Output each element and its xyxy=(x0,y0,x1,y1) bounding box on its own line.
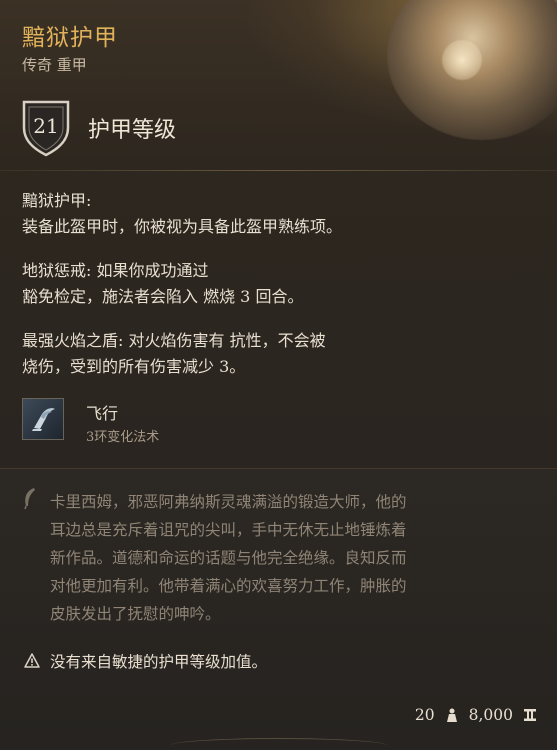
winged-boot-icon xyxy=(32,408,55,431)
section-divider xyxy=(0,170,557,171)
lore-line: 对他更加有利。他带着满心的欢喜努力工作，肿胀的 xyxy=(50,577,407,595)
weight-icon xyxy=(446,708,457,722)
price-value: 8,000 xyxy=(468,706,513,724)
property-2-title: 地狱惩戒: 如果你成功通过 xyxy=(22,261,209,280)
lore-line: 卡里西姆，邪恶阿弗纳斯灵魂满溢的锻造大师，他的 xyxy=(50,493,407,511)
quill-icon xyxy=(24,488,35,510)
lore-line: 耳边总是充斥着诅咒的尖叫，手中无休无止地锤炼着 xyxy=(50,521,407,539)
item-tooltip: 黯狱护甲 传奇 重甲 21 护甲等级 黯狱护甲: 装备此盔甲时，你被视为具备此盔… xyxy=(0,0,557,750)
armor-class-shield-icon: 21 xyxy=(20,98,72,158)
property-3-text: 烧伤，受到的所有伤害减少 3。 xyxy=(22,357,246,376)
gold-coin-icon xyxy=(524,709,536,721)
property-2-text: 豁免检定，施法者会陷入 燃烧 3 回合。 xyxy=(22,287,304,306)
spell-fly-icon[interactable] xyxy=(22,398,64,440)
item-subtype: 传奇 重甲 xyxy=(22,56,87,74)
weight-value: 20 xyxy=(414,706,435,724)
spell-name: 飞行 xyxy=(86,404,119,423)
spell-subtitle: 3环变化法术 xyxy=(86,430,160,445)
property-1-text: 装备此盔甲时，你被视为具备此盔甲熟练项。 xyxy=(22,217,343,236)
property-1-title: 黯狱护甲: xyxy=(22,191,92,210)
lore-line: 皮肤发出了抚慰的呻吟。 xyxy=(50,605,221,623)
armor-class-label: 护甲等级 xyxy=(88,118,177,143)
armor-class-value: 21 xyxy=(33,114,59,138)
item-image-glint xyxy=(442,40,482,80)
lore-text: 卡里西姆，邪恶阿弗纳斯灵魂满溢的锻造大师，他的 耳边总是充斥着诅咒的尖叫，手中无… xyxy=(50,488,407,628)
footer: 20 8,000 xyxy=(415,706,537,724)
warning-icon xyxy=(24,653,40,668)
item-name: 黯狱护甲 xyxy=(22,25,118,51)
property-3-title: 最强火焰之盾: 对火焰伤害有 抗性，不会被 xyxy=(22,331,326,350)
warning-text: 没有来自敏捷的护甲等级加值。 xyxy=(50,653,268,671)
warning-row: 没有来自敏捷的护甲等级加值。 xyxy=(24,650,267,672)
bottom-ornament xyxy=(170,738,387,750)
lore-line: 新作品。道德和命运的话题与他完全绝缘。良知反而 xyxy=(50,549,407,567)
armor-class-row: 21 护甲等级 xyxy=(20,98,176,158)
